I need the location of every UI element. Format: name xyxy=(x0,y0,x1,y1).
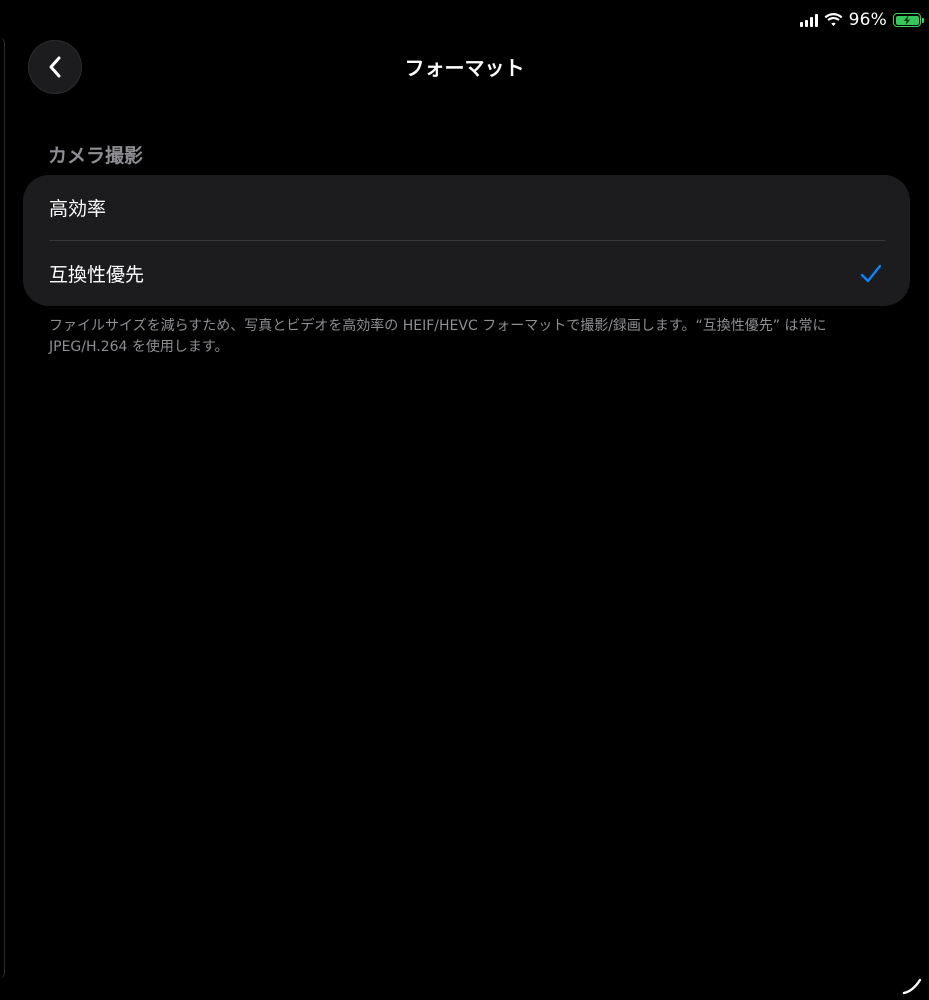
wifi-icon xyxy=(824,13,843,27)
checkmark-icon xyxy=(860,264,882,282)
battery-percentage: 96% xyxy=(848,10,887,30)
format-options-group: 高効率 互換性優先 xyxy=(23,175,910,306)
page-title: フォーマット xyxy=(404,56,525,80)
bolt-icon xyxy=(903,15,911,25)
background-sheet-edge xyxy=(0,38,5,978)
cellular-signal-icon xyxy=(799,13,818,27)
option-label: 高効率 xyxy=(49,198,107,220)
section-header: カメラ撮影 xyxy=(48,145,144,167)
format-settings-screen: 96% フォーマット カメラ撮影 高効率 互換性優先 ファイルサイズを減らすため… xyxy=(0,0,929,1000)
battery-charging-icon xyxy=(893,13,924,27)
section-footer-note: ファイルサイズを減らすため、写真とビデオを高効率の HEIF/HEVC フォーマ… xyxy=(49,318,827,355)
corner-resize-icon xyxy=(902,978,922,995)
option-high-efficiency[interactable]: 高効率 xyxy=(23,175,910,240)
option-label: 互換性優先 xyxy=(49,264,145,286)
status-bar: 96% xyxy=(799,8,924,32)
option-most-compatible[interactable]: 互換性優先 xyxy=(23,241,910,306)
